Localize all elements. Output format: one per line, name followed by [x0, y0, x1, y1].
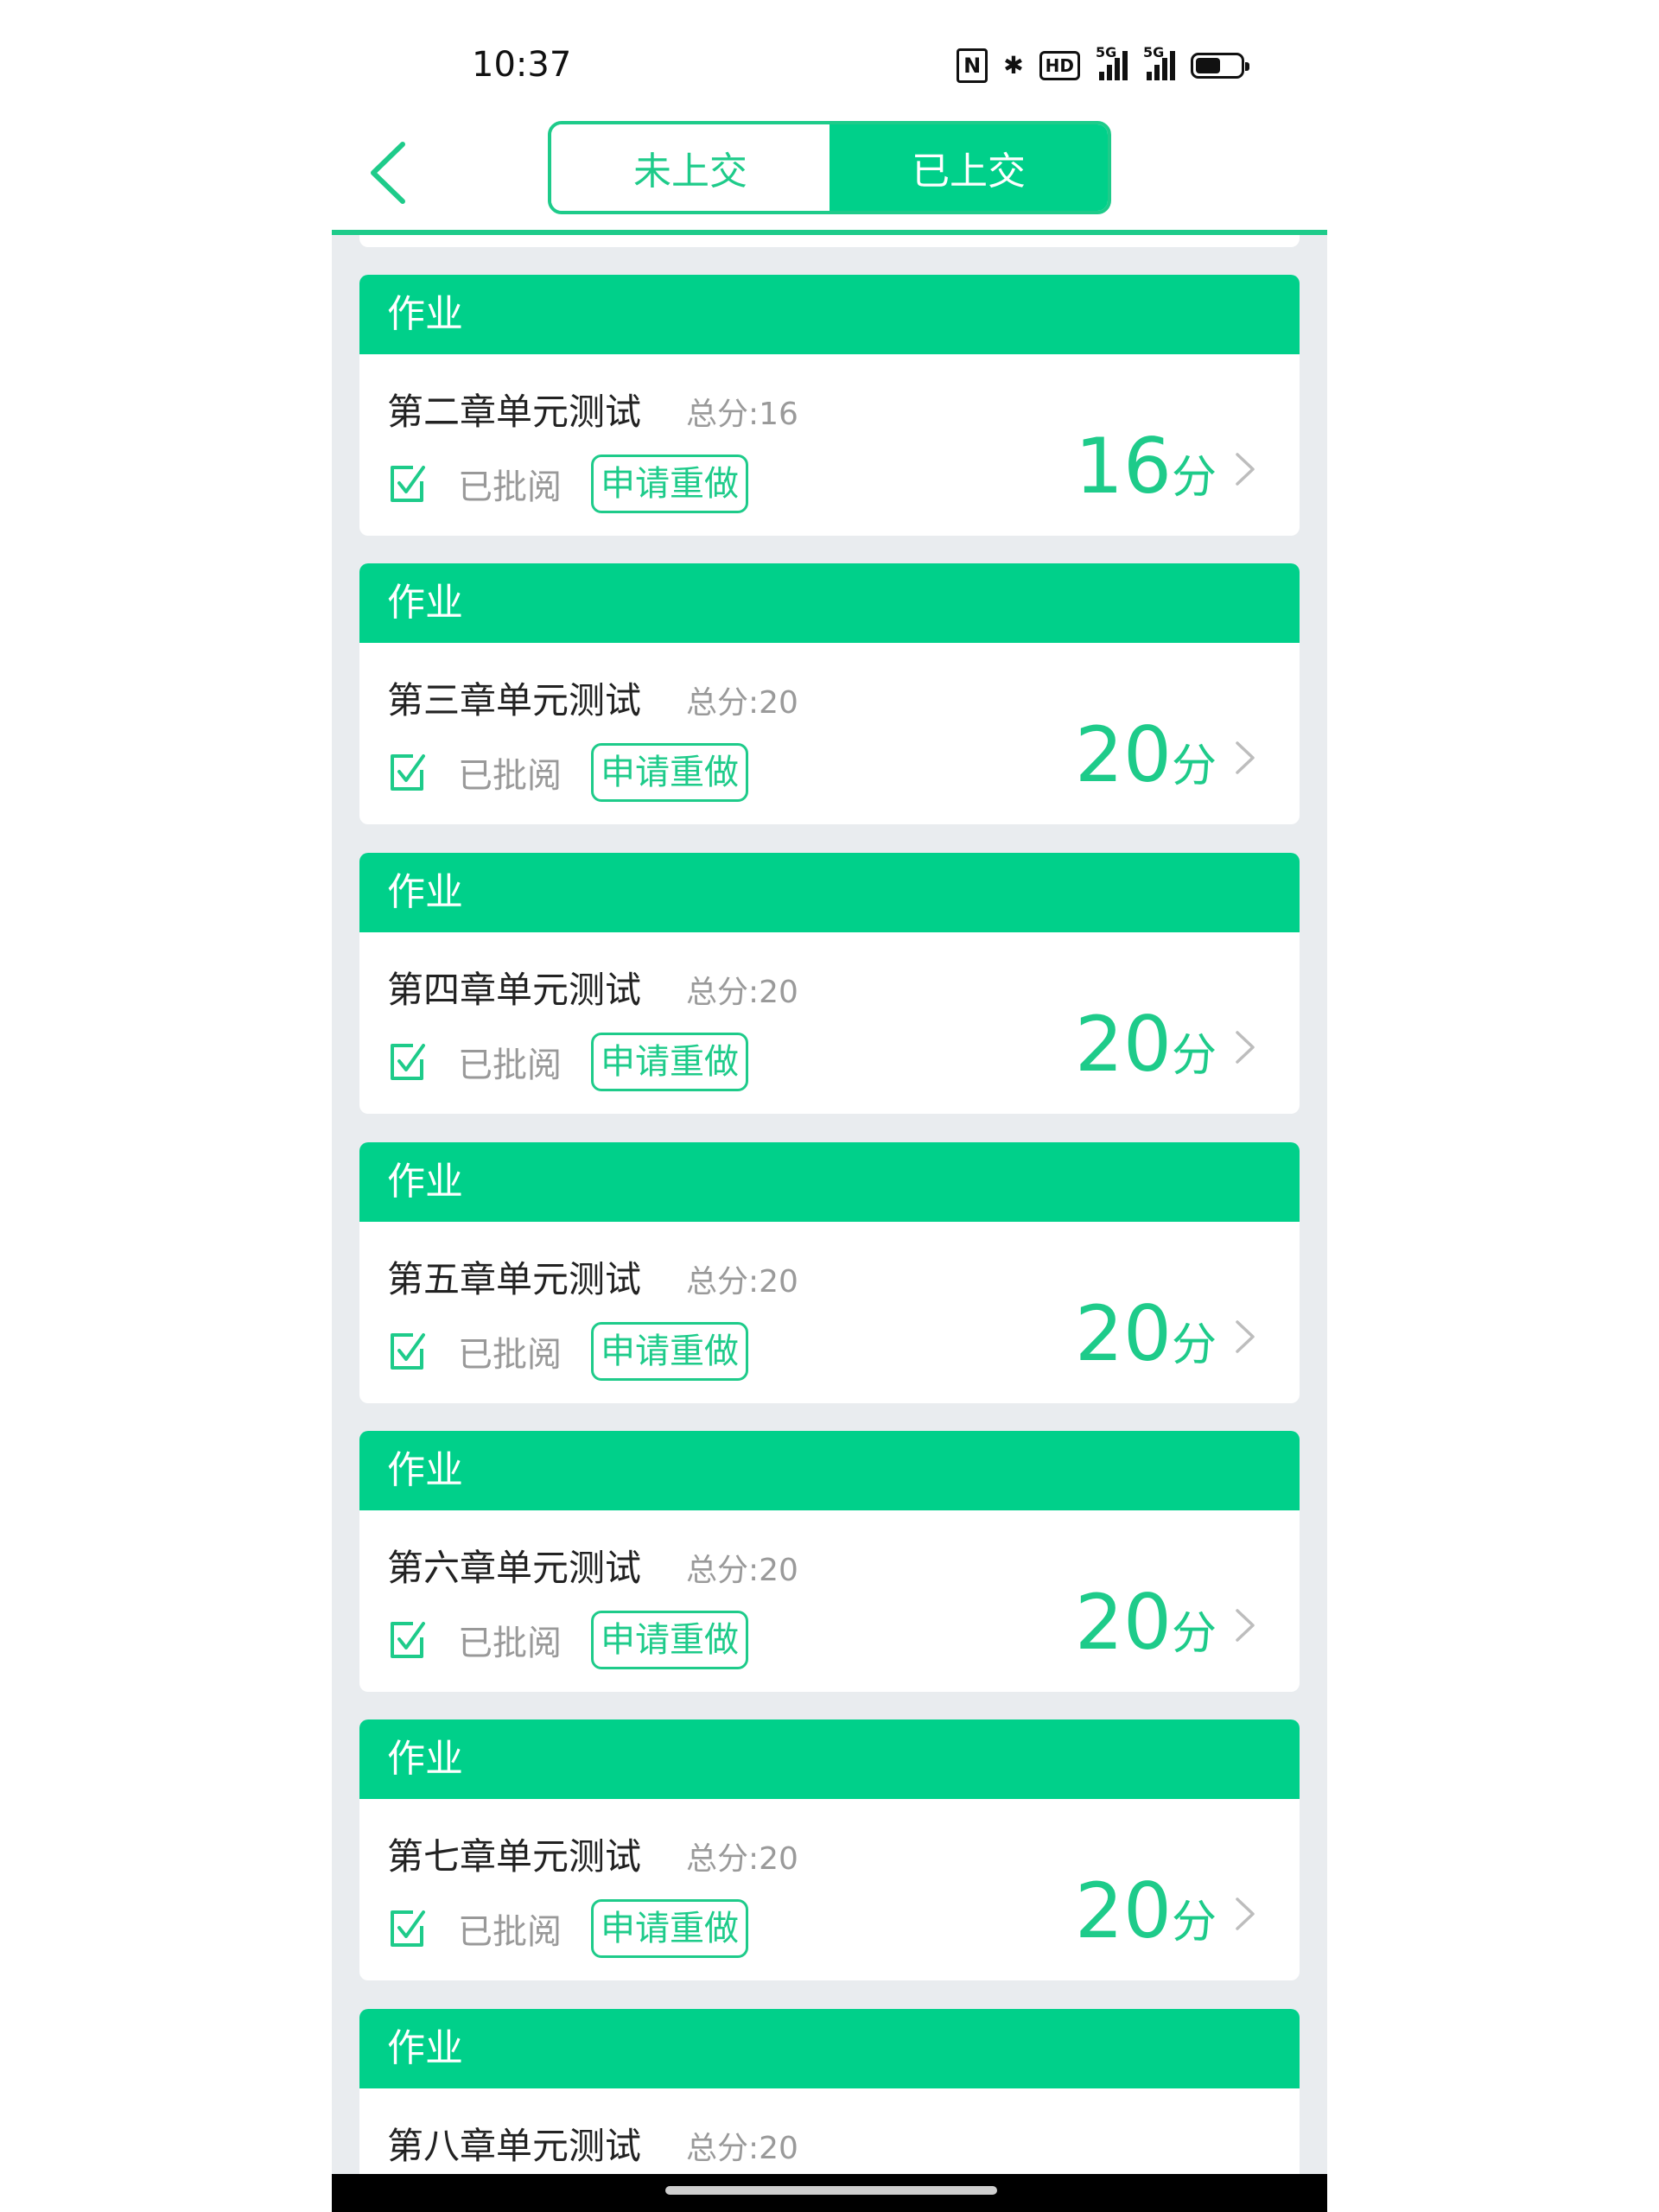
score-value: 16 — [1075, 422, 1172, 511]
card-total-score: 总分:20 — [686, 1553, 798, 1588]
request-redo-button[interactable]: 申请重做 — [591, 454, 748, 513]
hd-icon: HD — [1039, 51, 1080, 80]
review-status: 已批阅 — [458, 1912, 562, 1952]
score-value: 20 — [1075, 1289, 1172, 1378]
assignment-list[interactable]: 作业 第二章单元测试 总分:16 已批阅 申请重做 16分 作业 第三章单元测试… — [332, 235, 1327, 2174]
battery-level — [1196, 58, 1220, 73]
card-type-label: 作业 — [359, 1142, 1300, 1222]
bluetooth-icon: ✱ — [1003, 51, 1024, 79]
card-status-row: 已批阅 申请重做 — [387, 741, 748, 804]
request-redo-button[interactable]: 申请重做 — [591, 1033, 748, 1091]
request-redo-button[interactable]: 申请重做 — [591, 743, 748, 802]
chevron-right-icon[interactable] — [1232, 736, 1258, 779]
home-indicator[interactable] — [665, 2186, 997, 2195]
card-status-row: 已批阅 申请重做 — [387, 1031, 748, 1093]
header: 未上交 已上交 — [332, 112, 1327, 235]
score-display: 20分 — [1075, 1296, 1217, 1372]
card-title: 第三章单元测试 — [387, 679, 642, 721]
card-status-row: 已批阅 申请重做 — [387, 1320, 748, 1382]
review-status: 已批阅 — [458, 467, 562, 507]
review-status: 已批阅 — [458, 756, 562, 796]
review-status: 已批阅 — [458, 1335, 562, 1375]
card-total-score: 总分:20 — [686, 1841, 798, 1877]
reviewed-doc-icon — [391, 1910, 425, 1947]
request-redo-button[interactable]: 申请重做 — [591, 1322, 748, 1381]
score-display: 16分 — [1075, 429, 1217, 505]
card-title: 第五章单元测试 — [387, 1258, 642, 1300]
reviewed-doc-icon — [391, 1622, 425, 1658]
card-status-row: 已批阅 申请重做 — [387, 1609, 748, 1671]
card-total-score: 总分:16 — [686, 397, 798, 432]
card-type-label: 作业 — [359, 1431, 1300, 1510]
signal-5g-icon: 5G — [1096, 44, 1128, 80]
assignment-card[interactable]: 作业 第六章单元测试 总分:20 已批阅 申请重做 20分 — [359, 1431, 1300, 1692]
nfc-icon: N — [957, 48, 988, 83]
battery-icon — [1191, 53, 1249, 79]
review-status: 已批阅 — [458, 1624, 562, 1663]
status-bar: 10:37 N ✱ HD 5G 5G — [332, 0, 1327, 130]
card-type-label: 作业 — [359, 2009, 1300, 2088]
assignment-card[interactable]: 作业 第四章单元测试 总分:20 已批阅 申请重做 20分 — [359, 853, 1300, 1114]
card-title: 第八章单元测试 — [387, 2125, 642, 2167]
score-display: 20分 — [1075, 1007, 1217, 1083]
score-value: 20 — [1075, 710, 1172, 799]
card-type-label: 作业 — [359, 853, 1300, 932]
card-total-score: 总分:20 — [686, 1264, 798, 1300]
score-unit: 分 — [1171, 1030, 1217, 1082]
back-arrow-icon[interactable] — [358, 134, 427, 212]
chevron-right-icon[interactable] — [1232, 448, 1258, 491]
signal-5g-icon: 5G — [1143, 44, 1175, 80]
reviewed-doc-icon — [391, 1044, 425, 1080]
score-unit: 分 — [1171, 1608, 1217, 1660]
tab-switcher: 未上交 已上交 — [548, 121, 1111, 214]
previous-card-edge — [359, 235, 1300, 247]
reviewed-doc-icon — [391, 754, 425, 791]
chevron-right-icon[interactable] — [1232, 1026, 1258, 1069]
assignment-card[interactable]: 作业 第八章单元测试 总分:20 — [359, 2009, 1300, 2174]
score-value: 20 — [1075, 1866, 1172, 1955]
assignment-card[interactable]: 作业 第七章单元测试 总分:20 已批阅 申请重做 20分 — [359, 1719, 1300, 1980]
assignment-card[interactable]: 作业 第三章单元测试 总分:20 已批阅 申请重做 20分 — [359, 563, 1300, 824]
card-status-row: 已批阅 申请重做 — [387, 453, 748, 515]
phone-screen: 10:37 N ✱ HD 5G 5G 未上交 已上交 作业 第二章单元测试 总分… — [332, 0, 1327, 2212]
chevron-right-icon[interactable] — [1232, 1604, 1258, 1647]
status-icons: N ✱ HD 5G 5G — [957, 44, 1249, 83]
card-title: 第七章单元测试 — [387, 1835, 642, 1878]
card-total-score: 总分:20 — [686, 975, 798, 1010]
system-nav-bar — [332, 2174, 1327, 2212]
score-unit: 分 — [1171, 741, 1217, 792]
card-title: 第六章单元测试 — [387, 1547, 642, 1589]
score-value: 20 — [1075, 1000, 1172, 1089]
score-value: 20 — [1075, 1578, 1172, 1667]
score-unit: 分 — [1171, 1897, 1217, 1948]
request-redo-button[interactable]: 申请重做 — [591, 1899, 748, 1958]
card-status-row: 已批阅 申请重做 — [387, 1897, 748, 1960]
score-unit: 分 — [1171, 1319, 1217, 1371]
tab-not-submitted[interactable]: 未上交 — [551, 124, 830, 211]
reviewed-doc-icon — [391, 1333, 425, 1370]
assignment-card[interactable]: 作业 第五章单元测试 总分:20 已批阅 申请重做 20分 — [359, 1142, 1300, 1403]
card-title: 第四章单元测试 — [387, 969, 642, 1011]
card-title: 第二章单元测试 — [387, 391, 642, 433]
tab-submitted[interactable]: 已上交 — [830, 124, 1108, 211]
assignment-card[interactable]: 作业 第二章单元测试 总分:16 已批阅 申请重做 16分 — [359, 275, 1300, 536]
card-type-label: 作业 — [359, 1719, 1300, 1799]
score-unit: 分 — [1171, 452, 1217, 504]
reviewed-doc-icon — [391, 466, 425, 502]
card-type-label: 作业 — [359, 563, 1300, 643]
chevron-right-icon[interactable] — [1232, 1892, 1258, 1936]
score-display: 20分 — [1075, 717, 1217, 793]
card-total-score: 总分:20 — [686, 685, 798, 721]
signal-5g-label: 5G — [1143, 44, 1165, 60]
score-display: 20分 — [1075, 1873, 1217, 1949]
score-display: 20分 — [1075, 1585, 1217, 1661]
chevron-right-icon[interactable] — [1232, 1315, 1258, 1358]
card-type-label: 作业 — [359, 275, 1300, 354]
card-total-score: 总分:20 — [686, 2131, 798, 2166]
status-time: 10:37 — [472, 45, 572, 85]
review-status: 已批阅 — [458, 1046, 562, 1085]
request-redo-button[interactable]: 申请重做 — [591, 1611, 748, 1669]
signal-5g-label: 5G — [1096, 44, 1117, 60]
